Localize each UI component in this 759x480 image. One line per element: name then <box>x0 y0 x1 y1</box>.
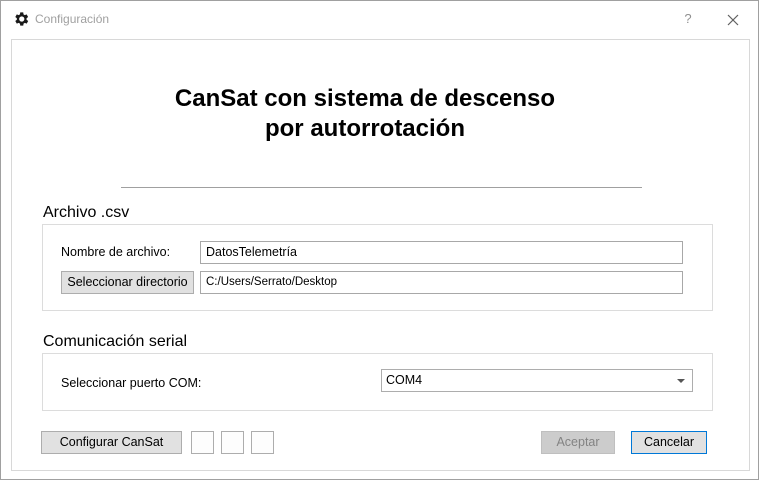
title-bar: Configuración ? <box>1 1 758 37</box>
page-title-line-2: por autorrotación <box>264 115 465 142</box>
filename-input[interactable]: DatosTelemetría <box>200 241 683 264</box>
com-port-select[interactable]: COM4 <box>381 369 693 392</box>
blank-button-1[interactable] <box>191 431 214 454</box>
gear-icon <box>15 12 29 26</box>
directory-input[interactable]: C:/Users/Serrato/Desktop <box>200 271 683 294</box>
com-port-label: Seleccionar puerto COM: <box>61 376 202 390</box>
select-directory-button[interactable]: Seleccionar directorio <box>61 271 194 294</box>
configure-cansat-button[interactable]: Configurar CanSat <box>41 431 182 454</box>
accept-button[interactable]: Aceptar <box>541 431 615 454</box>
csv-group-title: Archivo .csv <box>43 204 130 221</box>
csv-groupbox: Nombre de archivo: DatosTelemetría Selec… <box>42 224 713 311</box>
help-button[interactable]: ? <box>681 11 695 26</box>
title-separator <box>121 187 642 188</box>
page-title: CanSat con sistema de descenso por autor… <box>12 84 718 144</box>
configuration-dialog: Configuración ? CanSat con sistema de de… <box>0 0 759 480</box>
blank-button-2[interactable] <box>221 431 244 454</box>
chevron-down-icon <box>677 379 685 383</box>
dialog-content: CanSat con sistema de descenso por autor… <box>11 39 750 471</box>
close-icon[interactable] <box>723 10 743 30</box>
cancel-button[interactable]: Cancelar <box>631 431 707 454</box>
window-title: Configuración <box>35 12 110 26</box>
serial-groupbox: Seleccionar puerto COM: COM4 <box>42 353 713 411</box>
serial-group-title: Comunicación serial <box>43 333 188 350</box>
com-port-value: COM4 <box>386 373 423 387</box>
blank-button-3[interactable] <box>251 431 274 454</box>
filename-label: Nombre de archivo: <box>61 245 171 259</box>
page-title-line-1: CanSat con sistema de descenso <box>174 85 556 112</box>
